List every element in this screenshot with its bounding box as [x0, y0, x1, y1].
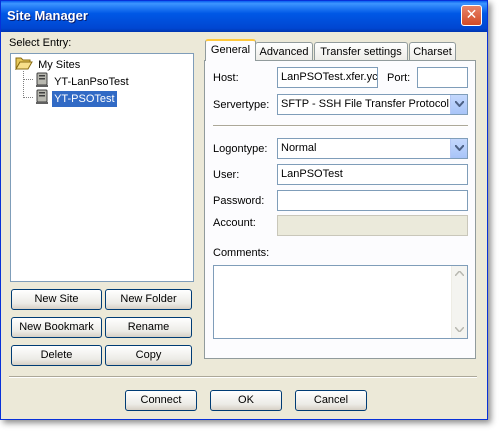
tab-general[interactable]: General: [205, 39, 256, 61]
tree-item-label: My Sites: [38, 59, 81, 72]
account-input: [277, 215, 468, 236]
servertype-value: SFTP - SSH File Transfer Protocol: [281, 98, 449, 110]
host-label: Host:: [213, 72, 239, 84]
logontype-select[interactable]: Normal: [277, 138, 468, 159]
chevron-down-icon[interactable]: [450, 95, 467, 114]
select-entry-label: Select Entry:: [9, 37, 72, 49]
password-input[interactable]: [277, 190, 468, 211]
tab-advanced[interactable]: Advanced: [255, 42, 313, 61]
new-site-button[interactable]: New Site: [11, 289, 102, 310]
user-label: User:: [213, 169, 240, 181]
server-icon: [35, 89, 49, 110]
logontype-value: Normal: [281, 142, 317, 154]
connect-button[interactable]: Connect: [125, 390, 197, 411]
tab-charset[interactable]: Charset: [409, 42, 456, 61]
tree-item-my-sites[interactable]: My Sites: [15, 56, 82, 72]
delete-button[interactable]: Delete: [11, 345, 102, 366]
port-input[interactable]: [417, 67, 468, 88]
cancel-button[interactable]: Cancel: [295, 390, 367, 411]
footer-separator: [9, 376, 477, 378]
tree-line: [23, 79, 33, 80]
tree-line: [23, 71, 24, 98]
servertype-select[interactable]: SFTP - SSH File Transfer Protocol: [277, 94, 468, 115]
comments-label: Comments:: [213, 247, 270, 259]
chevron-down-icon[interactable]: [450, 139, 467, 158]
copy-button[interactable]: Copy: [105, 345, 192, 366]
password-label: Password:: [213, 195, 265, 207]
close-button[interactable]: ✕: [461, 5, 482, 26]
comments-textarea[interactable]: [213, 265, 468, 339]
separator: [213, 125, 468, 127]
ok-button[interactable]: OK: [210, 390, 282, 411]
port-label: Port:: [387, 72, 411, 84]
site-tree[interactable]: My Sites YT-LanPsoTest YT-PSOTest: [10, 53, 194, 282]
scroll-up-button[interactable]: [452, 266, 467, 281]
servertype-label: Servertype:: [213, 99, 270, 111]
user-input[interactable]: LanPSOTest: [277, 164, 468, 185]
tree-item-label: YT-PSOTest: [52, 91, 117, 108]
tree-item-label: YT-LanPsoTest: [54, 76, 129, 89]
comments-scrollbar[interactable]: [451, 266, 467, 338]
scroll-down-button[interactable]: [452, 322, 467, 337]
tree-item-yt-psotest[interactable]: YT-PSOTest: [35, 89, 117, 108]
folder-open-icon: [15, 56, 33, 75]
account-label: Account:: [213, 217, 256, 229]
title-bar[interactable]: Site Manager ✕: [1, 1, 487, 32]
tree-item-yt-lanpsotest[interactable]: YT-LanPsoTest: [35, 72, 131, 88]
close-icon: ✕: [465, 7, 478, 23]
host-input[interactable]: LanPSOTest.xfer.yc: [277, 67, 378, 88]
site-manager-window: Site Manager ✕ Select Entry: My Sites YT…: [0, 0, 488, 420]
rename-button[interactable]: Rename: [105, 317, 192, 338]
tree-line: [23, 97, 33, 98]
logontype-label: Logontype:: [213, 143, 268, 155]
new-bookmark-button[interactable]: New Bookmark: [11, 317, 102, 338]
tab-transfer-settings[interactable]: Transfer settings: [314, 42, 408, 61]
window-title: Site Manager: [7, 8, 88, 23]
new-folder-button[interactable]: New Folder: [105, 289, 192, 310]
